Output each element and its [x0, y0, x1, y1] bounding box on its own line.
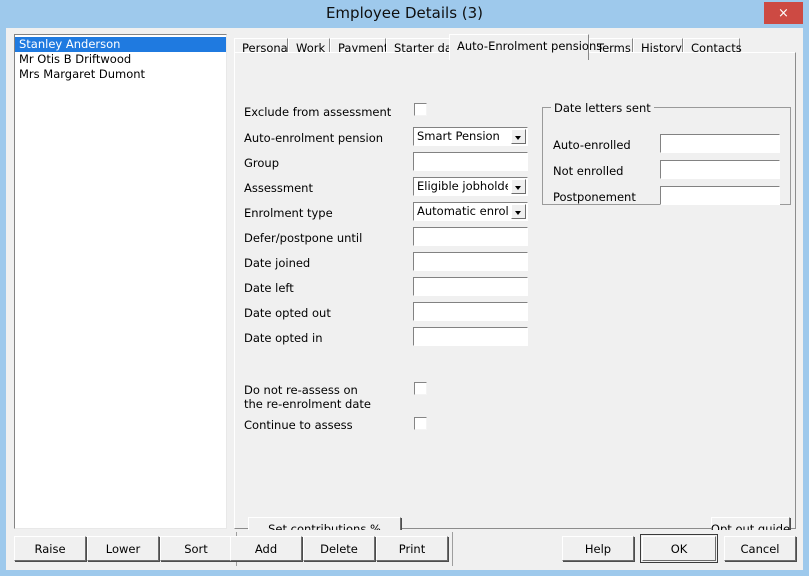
input-postponement[interactable]	[660, 186, 780, 205]
label-auto-enrolled: Auto-enrolled	[553, 138, 631, 152]
label-do-not-reassess-line2: the re-enrolment date	[244, 397, 371, 411]
select-assessment[interactable]: Eligible jobholder	[413, 177, 528, 196]
label-enrolment-type: Enrolment type	[244, 206, 333, 220]
list-item[interactable]: Mr Otis B Driftwood	[15, 52, 226, 67]
label-not-enrolled: Not enrolled	[553, 164, 624, 178]
checkbox-continue-to-assess[interactable]	[414, 417, 427, 430]
label-date-left: Date left	[244, 281, 294, 295]
tab-auto-enrolment-pensions[interactable]: Auto-Enrolment pensions	[449, 34, 602, 60]
raise-button[interactable]: Raise	[14, 536, 86, 561]
label-date-opted-in: Date opted in	[244, 331, 323, 345]
label-date-joined: Date joined	[244, 256, 311, 270]
title-bar: Employee Details (3) ×	[0, 0, 809, 27]
delete-button[interactable]: Delete	[303, 536, 375, 561]
input-date-joined[interactable]	[413, 252, 528, 271]
label-continue-to-assess: Continue to assess	[244, 418, 353, 432]
list-item[interactable]: Mrs Margaret Dumont	[15, 67, 226, 82]
button-group-separator	[452, 532, 453, 566]
select-assessment-value: Eligible jobholder	[417, 179, 508, 193]
label-defer-postpone-until: Defer/postpone until	[244, 231, 363, 245]
label-exclude-from-assessment: Exclude from assessment	[244, 105, 392, 119]
close-icon: ×	[778, 5, 789, 21]
chevron-down-icon[interactable]	[511, 179, 526, 194]
input-group[interactable]	[413, 152, 528, 171]
lower-button[interactable]: Lower	[87, 536, 159, 561]
groupbox-title-date-letters-sent: Date letters sent	[551, 101, 654, 115]
cancel-button[interactable]: Cancel	[724, 536, 796, 561]
list-item[interactable]: Stanley Anderson	[15, 37, 226, 52]
label-date-opted-out: Date opted out	[244, 306, 331, 320]
sort-button[interactable]: Sort	[160, 536, 232, 561]
label-postponement: Postponement	[553, 190, 636, 204]
bottom-button-bar: Raise Lower Sort Add Delete Print Help O…	[6, 530, 803, 570]
tab-panel-auto-enrolment: Exclude from assessment Auto-enrolment p…	[234, 52, 796, 540]
window-title: Employee Details (3)	[325, 4, 484, 22]
help-button[interactable]: Help	[562, 536, 634, 561]
checkbox-exclude-from-assessment[interactable]	[414, 103, 427, 116]
select-auto-enrolment-pension[interactable]: Smart Pension	[413, 127, 528, 146]
input-defer-postpone-until[interactable]	[413, 227, 528, 246]
input-date-left[interactable]	[413, 277, 528, 296]
employee-details-window: Employee Details (3) × Stanley Anderson …	[0, 0, 809, 576]
checkbox-do-not-reassess[interactable]	[414, 382, 427, 395]
label-group: Group	[244, 156, 280, 170]
employee-list[interactable]: Stanley Anderson Mr Otis B Driftwood Mrs…	[14, 34, 227, 529]
chevron-down-icon[interactable]	[511, 129, 526, 144]
select-enrolment-type[interactable]: Automatic enrolmer	[413, 202, 528, 221]
print-button[interactable]: Print	[376, 536, 448, 561]
select-auto-enrolment-pension-value: Smart Pension	[417, 129, 500, 143]
select-enrolment-type-value: Automatic enrolmer	[417, 204, 508, 218]
input-not-enrolled[interactable]	[660, 160, 780, 179]
input-auto-enrolled[interactable]	[660, 134, 780, 153]
ok-button[interactable]: OK	[640, 534, 718, 563]
input-date-opted-in[interactable]	[413, 327, 528, 346]
label-auto-enrolment-pension: Auto-enrolment pension	[244, 131, 384, 145]
label-do-not-reassess-line1: Do not re-assess on	[244, 383, 358, 397]
label-assessment: Assessment	[244, 181, 313, 195]
client-area: Stanley Anderson Mr Otis B Driftwood Mrs…	[6, 28, 803, 570]
chevron-down-icon[interactable]	[511, 204, 526, 219]
input-date-opted-out[interactable]	[413, 302, 528, 321]
groupbox-date-letters-sent: Date letters sent Auto-enrolled Not enro…	[542, 101, 791, 205]
close-button[interactable]: ×	[764, 2, 803, 24]
ok-button-label: OK	[642, 536, 716, 561]
add-button[interactable]: Add	[230, 536, 302, 561]
